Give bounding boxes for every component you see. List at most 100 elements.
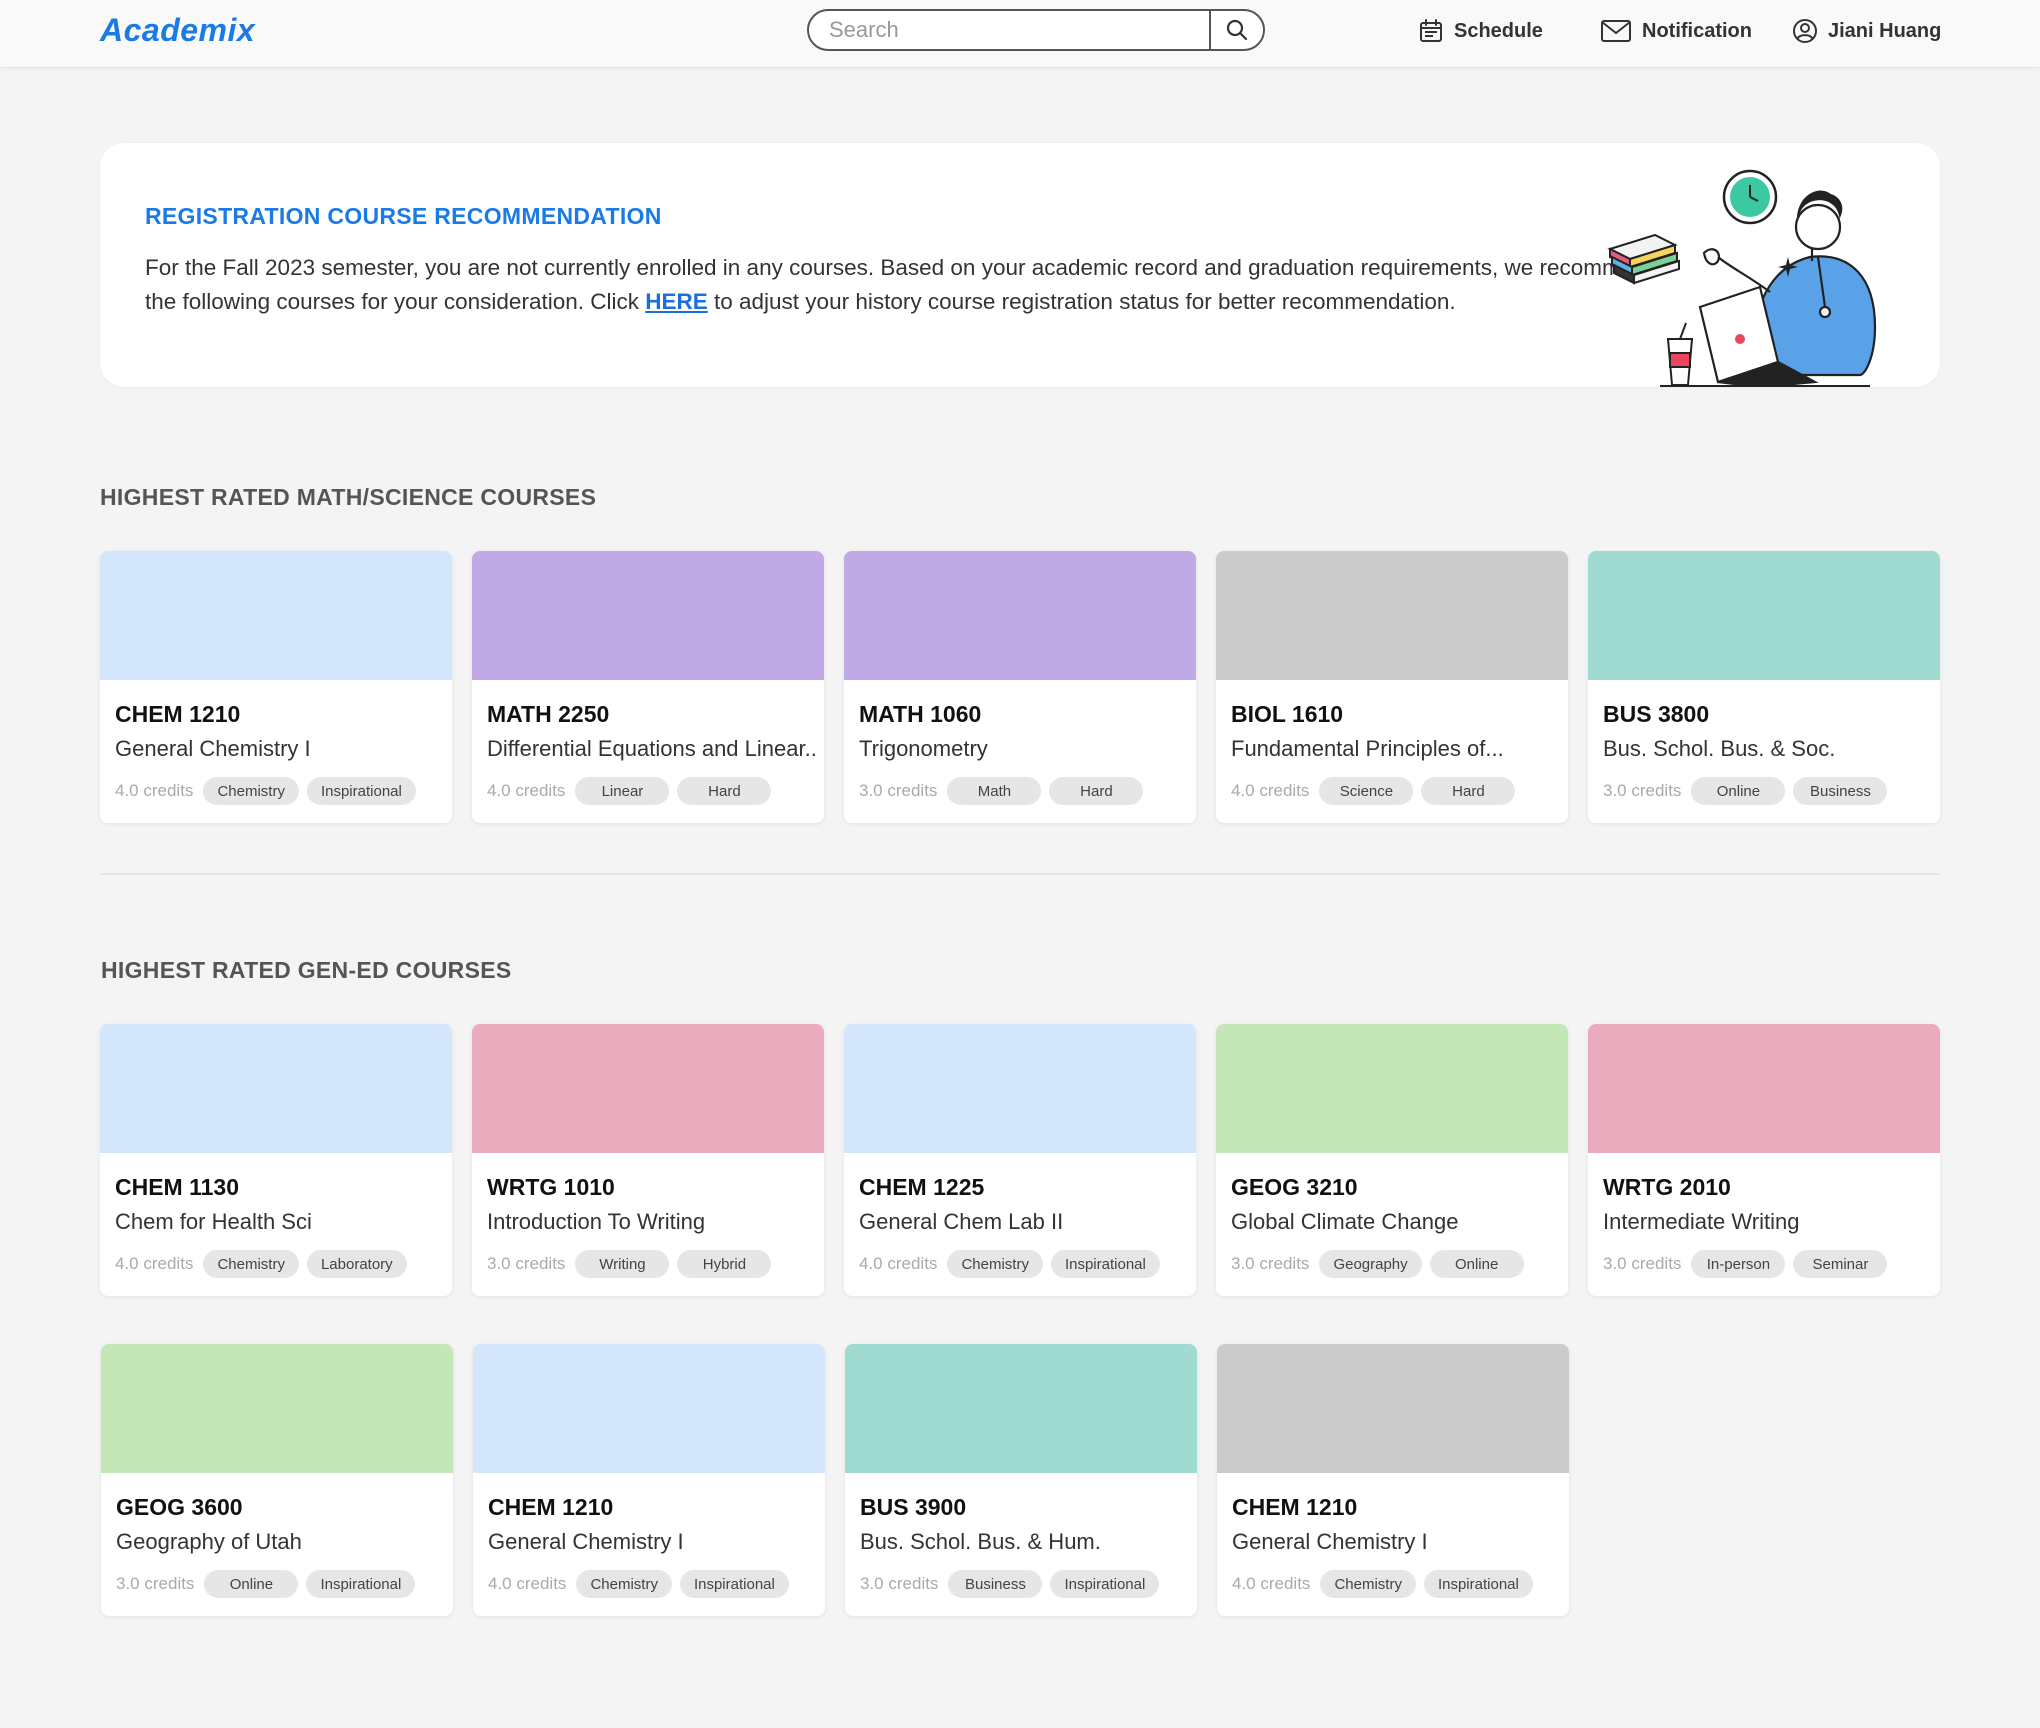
search-button[interactable] xyxy=(1209,11,1263,49)
course-card-banner xyxy=(473,1344,825,1473)
section-divider xyxy=(100,873,1940,875)
course-card-banner xyxy=(1588,551,1940,680)
course-card-banner xyxy=(844,1024,1196,1153)
course-card[interactable]: CHEM 1210 General Chemistry I 4.0 credits C… xyxy=(100,551,452,823)
course-credits: 3.0 credits xyxy=(116,1574,195,1593)
course-name: General Chemistry I xyxy=(1232,1529,1428,1554)
course-card[interactable]: MATH 2250 Differential Equations and Line… xyxy=(472,551,824,823)
course-credits: 4.0 credits xyxy=(1232,1574,1311,1593)
course-card[interactable]: CHEM 1130 Chem for Health Sci 4.0 credits C… xyxy=(100,1024,452,1296)
course-tag[interactable]: Hard xyxy=(1421,777,1516,805)
course-tag[interactable]: Linear xyxy=(575,777,670,805)
course-tag[interactable]: Chemistry xyxy=(576,1570,672,1598)
nav-schedule[interactable]: Schedule xyxy=(1418,14,1543,48)
course-tag[interactable]: Inspirational xyxy=(306,1570,416,1598)
nav-user-profile[interactable]: Jiani Huang xyxy=(1792,14,1941,48)
course-code: BUS 3800 xyxy=(1603,701,1710,727)
course-tag[interactable]: Inspirational xyxy=(306,777,416,805)
course-meta: 3.0 credits Geography Online xyxy=(1231,1249,1524,1279)
course-code: CHEM 1210 xyxy=(488,1494,614,1520)
course-card[interactable]: GEOG 3210 Global Climate Change 3.0 credit… xyxy=(1216,1024,1568,1296)
course-card[interactable]: WRTG 1010 Introduction To Writing 3.0 cred… xyxy=(472,1024,824,1296)
course-tag[interactable]: Online xyxy=(204,1570,299,1598)
course-name: General Chemistry I xyxy=(115,736,311,761)
course-code: WRTG 1010 xyxy=(487,1174,615,1200)
course-tag[interactable]: Hybrid xyxy=(677,1250,772,1278)
course-tag[interactable]: Writing xyxy=(575,1250,670,1278)
nav-notification[interactable]: Notification xyxy=(1600,14,1752,48)
course-meta: 3.0 credits Business Inspirational xyxy=(860,1569,1160,1599)
envelope-icon xyxy=(1601,20,1631,42)
course-tag[interactable]: Seminar xyxy=(1793,1250,1888,1278)
course-tag[interactable]: Chemistry xyxy=(1320,1570,1416,1598)
course-tag[interactable]: Online xyxy=(1691,777,1786,805)
course-credits: 3.0 credits xyxy=(859,781,938,800)
adjust-history-link[interactable]: HERE xyxy=(645,289,708,314)
course-tag[interactable]: Business xyxy=(948,1570,1043,1598)
course-credits: 4.0 credits xyxy=(115,781,194,800)
course-tag[interactable]: Chemistry xyxy=(203,1250,299,1278)
user-circle-icon xyxy=(1793,19,1817,43)
course-name: General Chem Lab II xyxy=(859,1209,1064,1234)
course-card[interactable]: BIOL 1610 Fundamental Principles of... 4.0… xyxy=(1216,551,1568,823)
course-card[interactable]: CHEM 1210 General Chemistry I 4.0 credits C… xyxy=(473,1344,825,1616)
course-name: Global Climate Change xyxy=(1231,1209,1459,1234)
books-stack-icon xyxy=(1607,233,1680,285)
course-tag[interactable]: Science xyxy=(1319,777,1414,805)
course-tag[interactable]: Laboratory xyxy=(306,1250,407,1278)
course-meta: 4.0 credits Chemistry Inspirational xyxy=(1232,1569,1533,1599)
recommendation-text-end: to adjust your history course registrati… xyxy=(707,289,1456,314)
course-code: BIOL 1610 xyxy=(1231,701,1344,727)
nav-notification-label: Notification xyxy=(1642,19,1752,42)
course-credits: 4.0 credits xyxy=(859,1254,938,1273)
course-code: WRTG 2010 xyxy=(1603,1174,1731,1200)
course-card[interactable]: GEOG 3600 Geography of Utah 3.0 credits Onl… xyxy=(101,1344,453,1616)
course-meta: 4.0 credits Chemistry Inspirational xyxy=(488,1569,789,1599)
course-code: GEOG 3600 xyxy=(116,1494,243,1520)
search-input[interactable] xyxy=(809,11,1209,49)
course-meta: 4.0 credits Linear Hard xyxy=(487,776,772,806)
course-tag[interactable]: Chemistry xyxy=(947,1250,1043,1278)
course-meta: 3.0 credits Writing Hybrid xyxy=(487,1249,772,1279)
course-name: Introduction To Writing xyxy=(487,1209,706,1234)
course-name: Intermediate Writing xyxy=(1603,1209,1800,1234)
course-tag[interactable]: Online xyxy=(1429,1250,1524,1278)
course-meta: 3.0 credits Online Business xyxy=(1603,776,1888,806)
course-card-banner xyxy=(100,551,452,680)
recommendation-title: REGISTRATION COURSE RECOMMENDATION xyxy=(145,203,662,229)
course-tag[interactable]: Inspirational xyxy=(1423,1570,1533,1598)
course-tag[interactable]: Hard xyxy=(1049,777,1144,805)
course-tag[interactable]: Hard xyxy=(677,777,772,805)
course-tag[interactable]: In-person xyxy=(1691,1250,1786,1278)
course-tag[interactable]: Inspirational xyxy=(1050,1250,1160,1278)
course-code: CHEM 1225 xyxy=(859,1174,985,1200)
course-card-banner xyxy=(1217,1344,1569,1473)
gen-ed-section-title: HIGHEST RATED GEN-ED COURSES xyxy=(101,957,512,983)
course-tag[interactable]: Inspirational xyxy=(1050,1570,1160,1598)
course-name: Bus. Schol. Bus. & Soc. xyxy=(1603,736,1836,761)
course-card-banner xyxy=(844,551,1196,680)
drink-cup-icon xyxy=(1666,322,1694,386)
course-card[interactable]: CHEM 1225 General Chem Lab II 4.0 credits C… xyxy=(844,1024,1196,1296)
course-card[interactable]: WRTG 2010 Intermediate Writing 3.0 credits… xyxy=(1588,1024,1940,1296)
app-logo[interactable]: Academix xyxy=(100,12,255,49)
course-credits: 4.0 credits xyxy=(115,1254,194,1273)
course-meta: 3.0 credits In-person Seminar xyxy=(1603,1249,1888,1279)
course-tag[interactable]: Math xyxy=(947,777,1042,805)
course-card[interactable]: BUS 3800 Bus. Schol. Bus. & Soc. 3.0 credi… xyxy=(1588,551,1940,823)
course-code: CHEM 1130 xyxy=(115,1174,240,1200)
course-credits: 3.0 credits xyxy=(860,1574,939,1593)
course-tag[interactable]: Geography xyxy=(1319,1250,1422,1278)
course-card[interactable]: MATH 1060 Trigonometry 3.0 credits Math Hard xyxy=(844,551,1196,823)
course-code: BUS 3900 xyxy=(860,1494,967,1520)
course-card[interactable]: BUS 3900 Bus. Schol. Bus. & Hum. 3.0 credi… xyxy=(845,1344,1197,1616)
course-tag[interactable]: Inspirational xyxy=(679,1570,789,1598)
course-credits: 4.0 credits xyxy=(487,781,566,800)
course-card[interactable]: CHEM 1210 General Chemistry I 4.0 credits C… xyxy=(1217,1344,1569,1616)
course-tag[interactable]: Business xyxy=(1793,777,1888,805)
course-name: Chem for Health Sci xyxy=(115,1209,312,1234)
course-tag[interactable]: Chemistry xyxy=(203,777,299,805)
course-code: MATH 1060 xyxy=(859,701,982,727)
course-name: Bus. Schol. Bus. & Hum. xyxy=(860,1529,1101,1554)
course-code: CHEM 1210 xyxy=(1232,1494,1358,1520)
